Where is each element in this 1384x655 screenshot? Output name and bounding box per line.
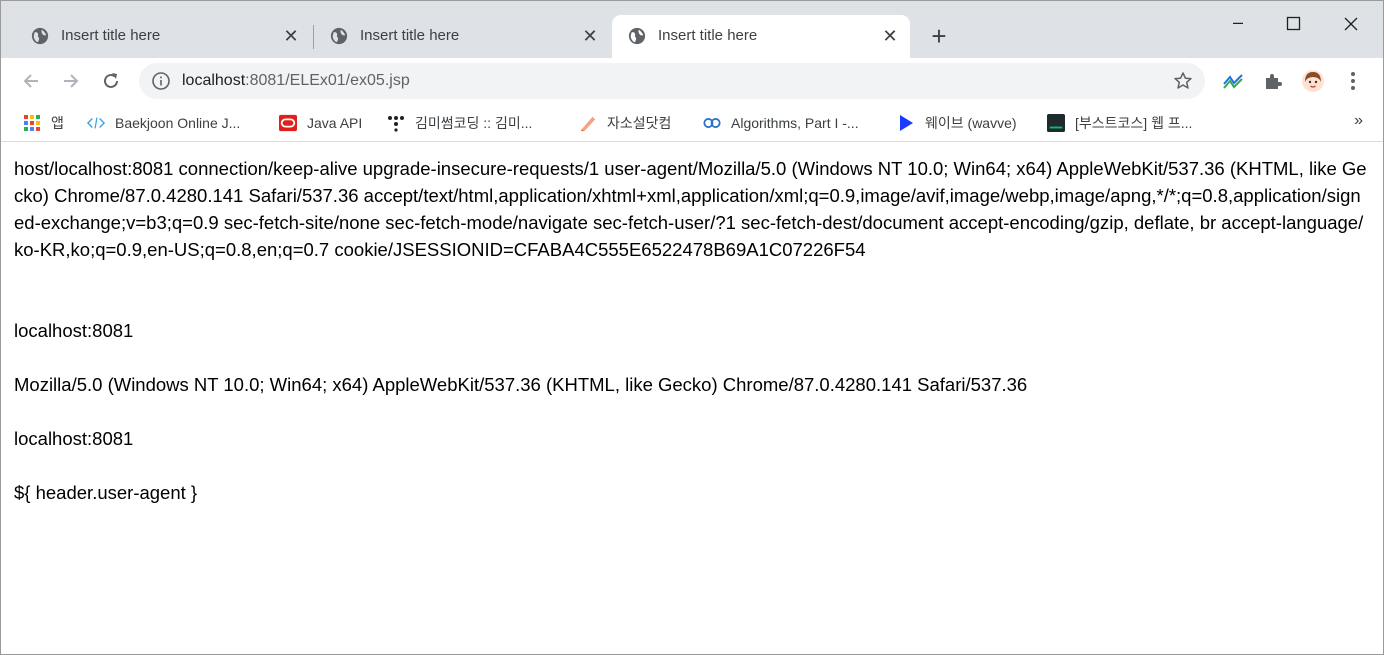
- bookmark-label: 웨이브 (wavve): [925, 115, 1017, 131]
- forward-button[interactable]: [57, 67, 85, 95]
- bookmark-wavve[interactable]: 웨이브 (wavve): [897, 111, 1017, 135]
- back-button[interactable]: [17, 67, 45, 95]
- maximize-icon: [1286, 16, 1301, 31]
- coursera-icon: [703, 114, 721, 132]
- arrow-left-icon: [23, 74, 38, 88]
- bookmark-baekjoon[interactable]: Baekjoon Online J...: [87, 111, 240, 135]
- tab-close-icon[interactable]: ✕: [580, 26, 600, 46]
- reload-icon: [104, 73, 118, 88]
- el-literal-text: ${ header.user-agent }: [14, 482, 198, 503]
- code-icon: [87, 114, 105, 132]
- extension-activity-icon[interactable]: [1221, 69, 1245, 93]
- apps-grid-icon: [23, 114, 41, 132]
- more-menu-icon[interactable]: [1341, 69, 1365, 93]
- globe-icon: [628, 27, 646, 45]
- bookmark-label: Algorithms, Part I -...: [731, 115, 859, 131]
- bookmark-algorithms[interactable]: Algorithms, Part I -...: [703, 111, 859, 135]
- bookmark-star-icon[interactable]: [1173, 71, 1193, 91]
- user-agent-value: Mozilla/5.0 (Windows NT 10.0; Win64; x64…: [14, 374, 1028, 395]
- maximize-button[interactable]: [1281, 11, 1307, 37]
- bookmark-java-api[interactable]: Java API: [279, 111, 362, 135]
- tab-2[interactable]: Insert title here ✕: [314, 15, 610, 58]
- bookmark-label: 자소설닷컴: [607, 115, 672, 131]
- reload-button[interactable]: [97, 67, 125, 95]
- info-icon[interactable]: [151, 71, 171, 91]
- terminal-icon: [1047, 114, 1065, 132]
- close-window-button[interactable]: [1338, 11, 1364, 37]
- bookmark-label: Java API: [307, 115, 363, 131]
- browser-window: Insert title here ✕ Insert title here ✕ …: [0, 0, 1384, 655]
- bookmark-boostcourse[interactable]: [부스트코스] 웹 프...: [1047, 111, 1192, 135]
- bookmark-apps[interactable]: 앱: [23, 111, 64, 135]
- browser-toolbar: localhost:8081/ELEx01/ex05.jsp: [1, 58, 1383, 104]
- page-content: host/localhost:8081 connection/keep-aliv…: [14, 155, 1370, 506]
- play-icon: [897, 114, 915, 132]
- bookmarks-bar: 앱 Baekjoon Online J... Java API 김미썸코딩 ::…: [1, 104, 1383, 142]
- extensions-puzzle-icon[interactable]: [1261, 69, 1285, 93]
- dots-icon: [387, 114, 405, 132]
- host-header-value: localhost:8081: [14, 320, 134, 341]
- tab-title: Insert title here: [658, 27, 758, 44]
- arrow-right-icon: [64, 74, 79, 88]
- tab-strip: Insert title here ✕ Insert title here ✕ …: [1, 1, 1383, 58]
- bookmark-label: Baekjoon Online J...: [115, 115, 241, 131]
- globe-icon: [31, 27, 49, 45]
- tab-title: Insert title here: [360, 27, 460, 44]
- bookmark-label: [부스트코스] 웹 프...: [1075, 115, 1193, 131]
- bookmark-jasoseol[interactable]: 자소설닷컴: [579, 111, 671, 135]
- tab-close-icon[interactable]: ✕: [880, 26, 900, 46]
- tab-title: Insert title here: [61, 27, 161, 44]
- tab-1[interactable]: Insert title here ✕: [15, 15, 311, 58]
- tab-close-icon[interactable]: ✕: [281, 26, 301, 46]
- url-text[interactable]: localhost:8081/ELEx01/ex05.jsp: [182, 72, 410, 90]
- address-bar[interactable]: localhost:8081/ELEx01/ex05.jsp: [139, 63, 1205, 99]
- new-tab-button[interactable]: +: [927, 23, 951, 49]
- bookmarks-overflow-button[interactable]: »: [1354, 112, 1363, 130]
- pen-icon: [579, 114, 597, 132]
- bookmark-label: 김미썸코딩 :: 김미...: [415, 115, 533, 131]
- bookmark-label: 앱: [51, 115, 64, 131]
- globe-icon: [330, 27, 348, 45]
- minimize-button[interactable]: –: [1225, 11, 1251, 37]
- host-header-el-value: localhost:8081: [14, 428, 134, 449]
- request-headers-dump: host/localhost:8081 connection/keep-aliv…: [14, 158, 1367, 260]
- oracle-icon: [279, 114, 297, 132]
- bookmark-kimmisum[interactable]: 김미썸코딩 :: 김미...: [387, 111, 532, 135]
- tab-3-active[interactable]: Insert title here ✕: [612, 15, 910, 58]
- profile-avatar[interactable]: [1301, 69, 1325, 93]
- close-icon: [1344, 17, 1358, 31]
